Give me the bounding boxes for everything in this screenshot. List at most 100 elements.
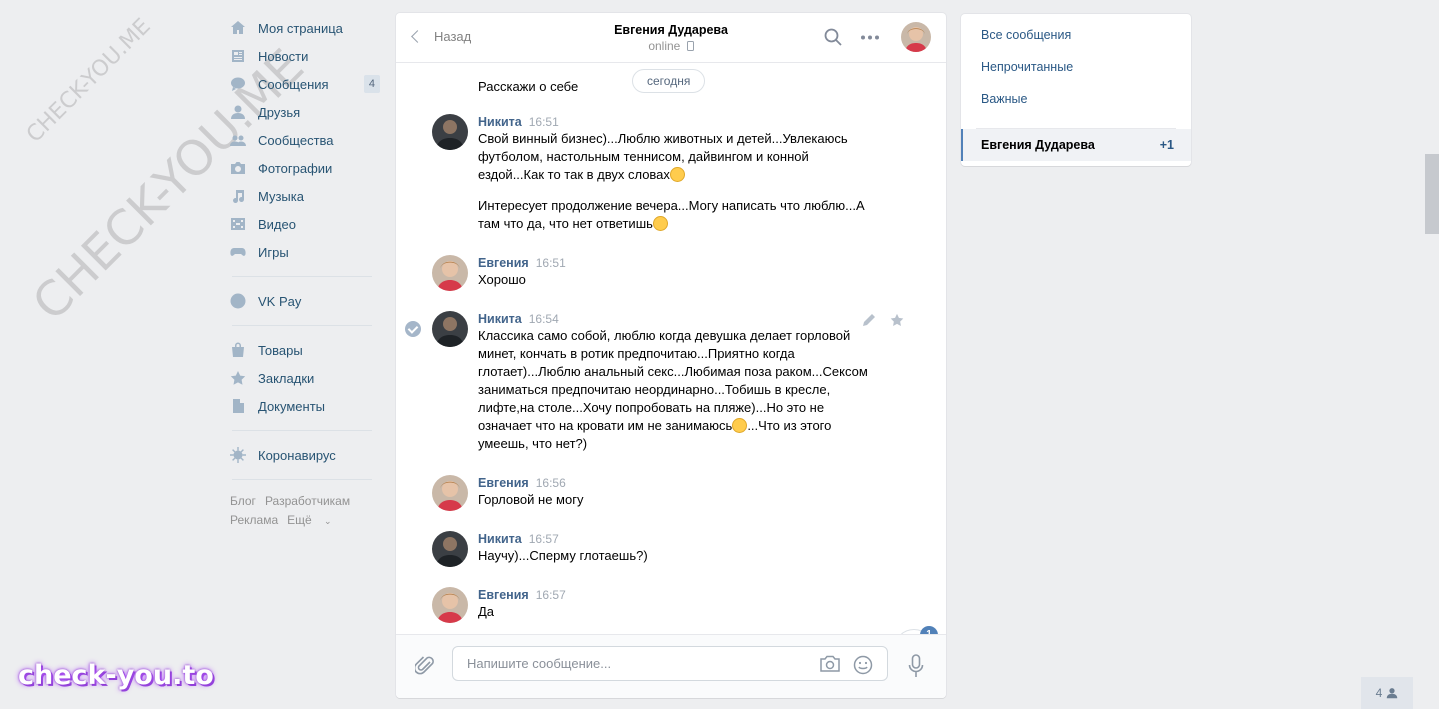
sidebar-item-music[interactable]: Музыка <box>230 182 382 210</box>
more-icon[interactable] <box>860 35 880 40</box>
search-icon[interactable] <box>824 28 842 46</box>
sidebar-item-news[interactable]: Новости <box>230 42 382 70</box>
groups-icon <box>230 132 246 148</box>
sidebar-item-messages[interactable]: Сообщения 4 <box>230 70 382 98</box>
peer-status-text: online <box>648 39 681 53</box>
avatar[interactable] <box>432 475 468 511</box>
sidebar-item-friends[interactable]: Друзья <box>230 98 382 126</box>
paperclip-icon[interactable] <box>415 654 435 676</box>
sidebar-item-label: Документы <box>258 398 326 414</box>
sidebar-item-bookmarks[interactable]: Закладки <box>230 364 382 392</box>
bag-icon <box>230 342 246 358</box>
message-text: Да <box>478 604 495 619</box>
sidebar-item-label: Фотографии <box>258 160 333 176</box>
message-text: Интересует продолжение вечера...Могу нап… <box>478 197 878 233</box>
filter-all-messages[interactable]: Все сообщения <box>981 28 1071 42</box>
message-author[interactable]: Никита <box>478 115 522 129</box>
watermark-small: CHECK-YOU.ME <box>22 13 156 148</box>
filter-important[interactable]: Важные <box>981 92 1028 106</box>
sidebar-item-label: Видео <box>258 216 296 232</box>
sidebar-item-label: VK Pay <box>258 293 302 309</box>
sidebar-divider <box>232 430 372 431</box>
message-time: 16:57 <box>528 532 559 546</box>
sidebar-item-photos[interactable]: Фотографии <box>230 154 382 182</box>
smile-icon[interactable] <box>853 655 873 675</box>
sidebar-item-documents[interactable]: Документы <box>230 392 382 420</box>
footer-link-ads[interactable]: Реклама <box>230 513 278 527</box>
games-icon <box>230 244 246 260</box>
filter-unread[interactable]: Непрочитанные <box>981 60 1073 74</box>
message-author[interactable]: Евгения <box>478 256 529 270</box>
avatar[interactable] <box>432 587 468 623</box>
virus-icon <box>230 447 246 463</box>
avatar[interactable] <box>432 114 468 150</box>
message-text: Классика само собой, люблю когда девушка… <box>478 327 878 453</box>
sidebar-item-coronavirus[interactable]: Коронавирус <box>230 441 382 469</box>
message-time: 16:57 <box>535 588 566 602</box>
message-author[interactable]: Евгения <box>478 476 529 490</box>
sidebar-item-label: Сообщества <box>258 132 334 148</box>
sidebar-item-label: Игры <box>258 244 289 260</box>
message-author[interactable]: Никита <box>478 312 522 326</box>
footer-link-more[interactable]: Ещё ⌄ <box>287 513 340 527</box>
watermark-logo: check-you.to <box>18 660 214 691</box>
peer-avatar[interactable] <box>901 22 931 52</box>
sidebar-footer: Блог Разработчикам Реклама Ещё ⌄ <box>230 492 382 531</box>
mobile-icon <box>686 41 694 51</box>
sidebar-item-groups[interactable]: Сообщества <box>230 126 382 154</box>
sidebar-divider <box>232 276 372 277</box>
message-input[interactable] <box>465 655 809 672</box>
sidebar-item-my-page[interactable]: Моя страница <box>230 14 382 42</box>
sidebar-item-games[interactable]: Игры <box>230 238 382 266</box>
user-icon <box>1387 688 1398 699</box>
footer-link-blog[interactable]: Блог <box>230 494 256 508</box>
message-text: Научу)...Сперму глотаешь?) <box>478 548 648 563</box>
document-icon <box>230 398 246 414</box>
video-icon <box>230 216 246 232</box>
emoji-icon <box>652 216 668 231</box>
peer-status: online <box>396 39 946 53</box>
sidebar-item-label: Моя страница <box>258 20 343 36</box>
messages-icon <box>230 76 246 92</box>
check-icon[interactable] <box>405 321 421 337</box>
message-text-part: Интересует продолжение вечера...Могу нап… <box>478 198 865 231</box>
sidebar-item-label: Коронавирус <box>258 447 336 463</box>
sidebar-item-label: Сообщения <box>258 76 329 92</box>
friends-icon <box>230 104 246 120</box>
sidebar-item-label: Товары <box>258 342 303 358</box>
avatar[interactable] <box>432 311 468 347</box>
vkpay-icon <box>230 293 246 309</box>
emoji-icon <box>732 418 748 433</box>
message-text: Хорошо <box>478 272 526 287</box>
dialogs-filter-panel: Все сообщения Непрочитанные Важные Евген… <box>961 14 1191 166</box>
avatar[interactable] <box>432 255 468 291</box>
message-time: 16:51 <box>535 256 566 270</box>
message-text: Горловой не могу <box>478 492 584 507</box>
sidebar-item-video[interactable]: Видео <box>230 210 382 238</box>
sidebar-item-label: Музыка <box>258 188 304 204</box>
friends-online-button[interactable]: 4 <box>1361 677 1413 709</box>
message-text: Расскажи о себе <box>478 79 579 94</box>
sidebar-divider <box>232 325 372 326</box>
music-icon <box>230 188 246 204</box>
camera-icon[interactable] <box>819 655 841 673</box>
message-time: 16:51 <box>528 115 559 129</box>
microphone-icon[interactable] <box>908 654 924 678</box>
message-author[interactable]: Никита <box>478 532 522 546</box>
sidebar-item-label: Закладки <box>258 370 315 386</box>
avatar[interactable] <box>432 531 468 567</box>
star-icon[interactable] <box>890 313 904 327</box>
footer-more-label: Ещё <box>287 513 312 527</box>
sidebar-item-vkpay[interactable]: VK Pay <box>230 287 382 315</box>
sidebar-item-goods[interactable]: Товары <box>230 336 382 364</box>
message-author[interactable]: Евгения <box>478 588 529 602</box>
message-list[interactable]: Расскажи о себе сегодня Никита 16:51 Свой… <box>396 63 946 635</box>
left-sidebar: Моя страница Новости Сообщения 4 Друзья … <box>230 14 382 531</box>
chat-header: Назад Евгения Дударева online <box>396 13 946 63</box>
footer-link-developers[interactable]: Разработчикам <box>265 494 350 508</box>
active-dialog-item[interactable]: Евгения Дударева +1 <box>961 129 1191 161</box>
home-icon <box>230 20 246 36</box>
page-scrollbar[interactable] <box>1425 154 1439 234</box>
messages-count-badge: 4 <box>363 75 380 93</box>
message-text-part: Свой винный бизнес)...Люблю животных и д… <box>478 131 848 182</box>
